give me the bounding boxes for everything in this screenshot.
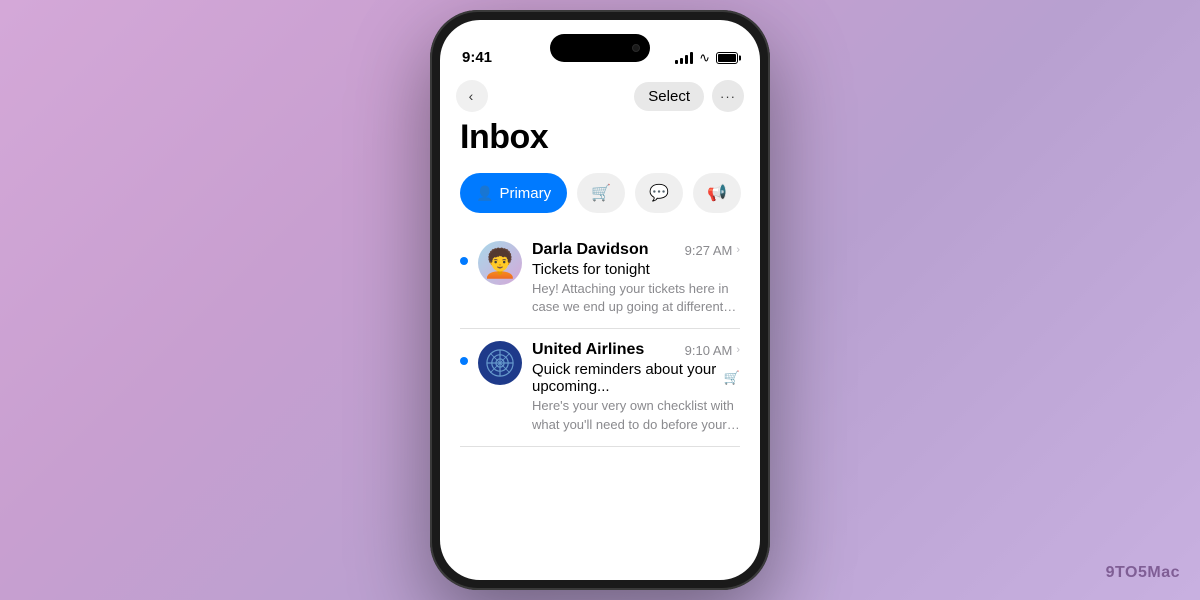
sender-name-2: United Airlines [532, 341, 644, 359]
back-button[interactable]: ‹ [456, 80, 488, 112]
tab-primary[interactable]: 👤 Primary [460, 173, 567, 213]
email-time-1: 9:27 AM [685, 243, 733, 258]
camera-dot [632, 44, 640, 52]
unread-dot-2 [460, 357, 468, 365]
person-icon: 👤 [476, 185, 493, 202]
status-icons: ∿ [675, 50, 738, 68]
nav-bar: ‹ Select ··· [440, 74, 760, 118]
more-button[interactable]: ··· [712, 80, 744, 112]
battery-icon [716, 52, 738, 64]
phone-screen: 9:41 ∿ ‹ [440, 20, 760, 580]
signal-icon [675, 52, 693, 64]
avatar-united [478, 341, 522, 385]
email-item-2[interactable]: United Airlines 9:10 AM › Quick reminder… [460, 329, 740, 446]
phone-wrapper: 9:41 ∿ ‹ [430, 10, 770, 590]
select-button[interactable]: Select [634, 82, 704, 111]
chevron-right-2: › [736, 344, 740, 356]
email-meta-2: 9:10 AM › [685, 343, 740, 358]
chat-icon: 💬 [649, 183, 669, 203]
content-area: Inbox 👤 Primary 🛒 💬 📢 [440, 118, 760, 447]
megaphone-icon: 📢 [707, 183, 727, 203]
background: 9:41 ∿ ‹ [430, 10, 770, 590]
sender-name-1: Darla Davidson [532, 241, 648, 259]
shopping-badge-icon: 🛒 [724, 370, 740, 386]
tabs-row: 👤 Primary 🛒 💬 📢 [460, 173, 740, 213]
tab-promos[interactable]: 📢 [693, 173, 741, 213]
shopping-cart-icon: 🛒 [591, 183, 611, 203]
email-content-1: Darla Davidson 9:27 AM › Tickets for ton… [532, 241, 740, 316]
email-meta-1: 9:27 AM › [685, 243, 740, 258]
united-logo-svg [482, 345, 518, 381]
nav-right: Select ··· [634, 80, 744, 112]
subject-text-1: Tickets for tonight [532, 261, 650, 278]
email-time-2: 9:10 AM [685, 343, 733, 358]
email-content-2: United Airlines 9:10 AM › Quick reminder… [532, 341, 740, 433]
email-subject-1: Tickets for tonight [532, 261, 740, 278]
watermark: 9TO5Mac [1106, 564, 1180, 582]
wifi-icon: ∿ [699, 50, 710, 66]
tab-shopping[interactable]: 🛒 [577, 173, 625, 213]
tab-social[interactable]: 💬 [635, 173, 683, 213]
email-subject-2: Quick reminders about your upcoming... 🛒 [532, 361, 740, 395]
email-header-2: United Airlines 9:10 AM › [532, 341, 740, 359]
email-item-1[interactable]: 🧑‍🦱 Darla Davidson 9:27 AM › [460, 229, 740, 329]
status-time: 9:41 [462, 49, 492, 68]
email-header-1: Darla Davidson 9:27 AM › [532, 241, 740, 259]
ellipsis-icon: ··· [720, 89, 736, 104]
email-list: 🧑‍🦱 Darla Davidson 9:27 AM › [460, 229, 740, 447]
avatar-darla: 🧑‍🦱 [478, 241, 522, 285]
email-preview-1: Hey! Attaching your tickets here in case… [532, 280, 740, 316]
email-preview-2: Here's your very own checklist with what… [532, 397, 740, 433]
avatar-emoji-darla: 🧑‍🦱 [483, 247, 518, 280]
dynamic-island [550, 34, 650, 62]
unread-dot-1 [460, 257, 468, 265]
tab-primary-label: Primary [499, 185, 551, 202]
back-chevron-icon: ‹ [469, 88, 474, 104]
inbox-title: Inbox [460, 118, 740, 157]
subject-text-2: Quick reminders about your upcoming... [532, 361, 718, 395]
chevron-right-1: › [736, 244, 740, 256]
